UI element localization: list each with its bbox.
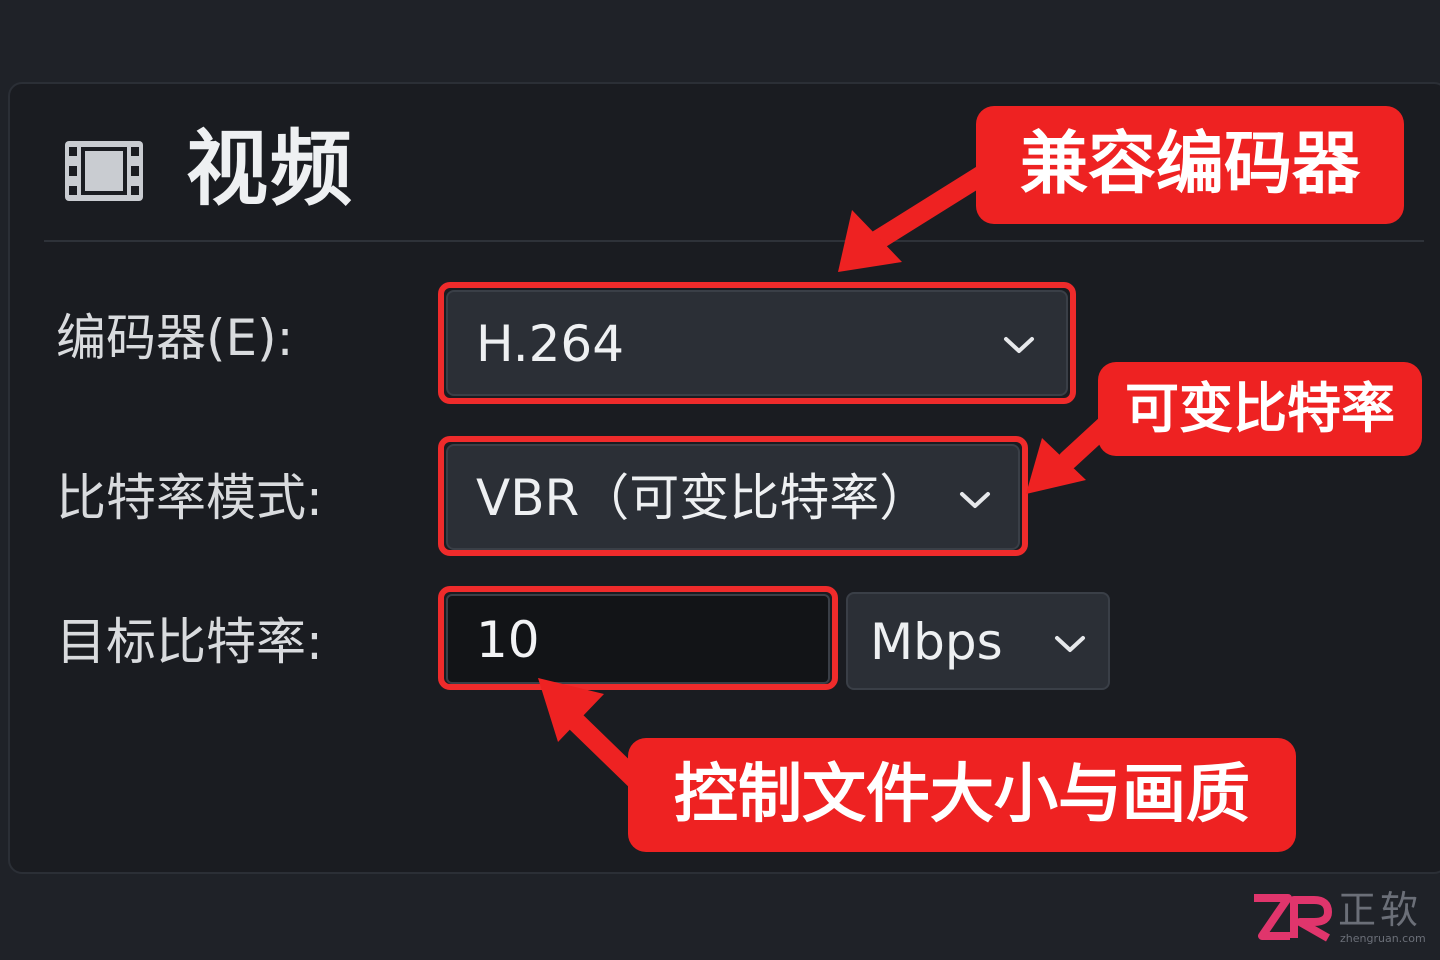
target-bitrate-value: 10 xyxy=(476,611,540,669)
chevron-down-icon xyxy=(1004,337,1034,353)
bitrate-mode-label: 比特率模式: xyxy=(56,469,323,527)
encoder-select-value: H.264 xyxy=(476,315,625,373)
section-divider xyxy=(44,240,1424,242)
bitrate-unit-select[interactable]: Mbps xyxy=(846,592,1110,690)
bitrate-unit-value: Mbps xyxy=(870,613,1003,671)
watermark: 正软 zhengruan.com xyxy=(1250,888,1430,950)
zr-logo-icon xyxy=(1254,894,1332,942)
chevron-down-icon xyxy=(1055,636,1085,652)
target-bitrate-label: 目标比特率: xyxy=(56,613,323,671)
encoder-callout: 兼容编码器 xyxy=(976,106,1404,224)
chevron-down-icon xyxy=(960,492,990,508)
bitrate-mode-callout: 可变比特率 xyxy=(1098,362,1422,456)
bitrate-callout: 控制文件大小与画质 xyxy=(628,738,1296,852)
film-icon xyxy=(65,141,143,201)
target-bitrate-input[interactable]: 10 xyxy=(446,594,830,684)
encoder-label: 编码器(E): xyxy=(56,309,294,367)
bitrate-mode-select[interactable]: VBR（可变比特率） xyxy=(446,444,1020,550)
bitrate-mode-select-value: VBR（可变比特率） xyxy=(476,469,930,527)
section-title: 视频 xyxy=(186,122,355,217)
watermark-name: 正软 xyxy=(1338,888,1423,932)
encoder-select[interactable]: H.264 xyxy=(446,290,1068,396)
watermark-domain: zhengruan.com xyxy=(1340,932,1426,945)
